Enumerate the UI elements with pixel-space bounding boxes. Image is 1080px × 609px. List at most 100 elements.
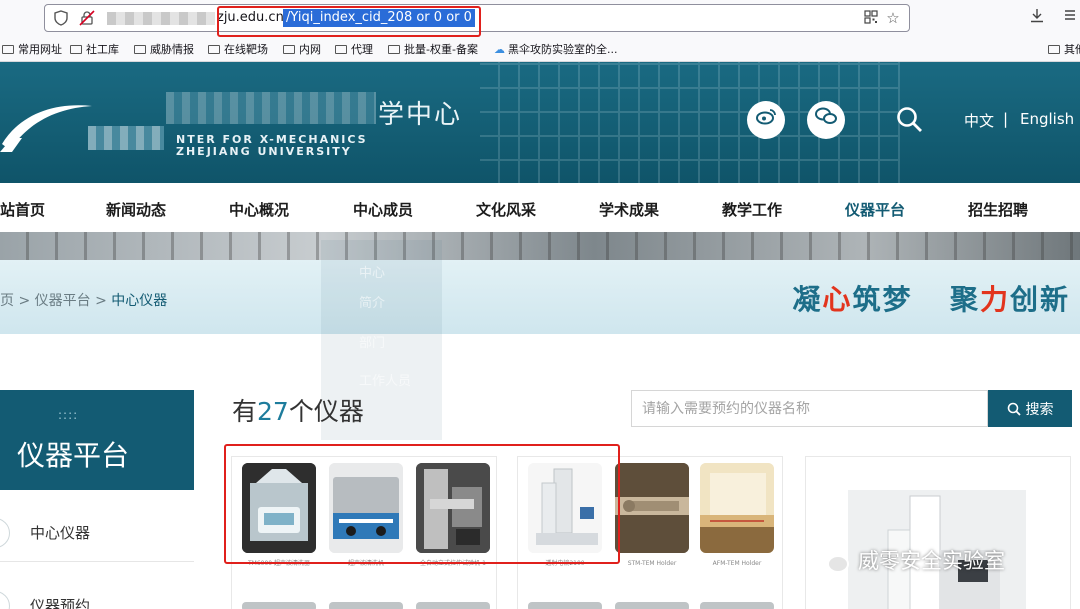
instrument-thumbnail[interactable] xyxy=(615,602,689,609)
wechat-icon[interactable] xyxy=(807,101,845,139)
sidebar-dots: :::: xyxy=(58,408,79,422)
highlight-url-box xyxy=(217,6,481,37)
slogan: 凝心筑梦 聚力创新 xyxy=(792,278,1070,318)
breadcrumb-instruments[interactable]: 仪器平台 xyxy=(35,293,91,309)
main-nav: 站首页 新闻动态 中心概况 中心成员 文化风采 学术成果 教学工作 仪器平台 招… xyxy=(0,184,1080,232)
search-button[interactable]: 搜索 xyxy=(988,390,1072,427)
instrument-thumbnail[interactable] xyxy=(615,463,689,553)
breadcrumb-separator: > xyxy=(95,293,107,309)
shield-icon[interactable] xyxy=(53,10,69,26)
sidebar-item-label: 中心仪器 xyxy=(30,524,91,542)
instrument-caption[interactable]: STM-TEM Holder xyxy=(610,560,694,567)
sidebar-item-label: 仪器预约 xyxy=(30,597,91,609)
bookmark-label: 在线靶场 xyxy=(224,43,268,56)
not-secure-icon[interactable] xyxy=(79,10,95,26)
bookmarks-bar: 常用网址 社工库 威胁情报 在线靶场 内网 代理 批量-权重-备案 ☁ 黑伞攻防实… xyxy=(0,38,1080,58)
logo-redacted-block xyxy=(88,126,164,150)
instrument-thumbnail[interactable] xyxy=(700,463,774,553)
slogan-char: 聚 xyxy=(949,283,980,316)
slogan-char-accent: 心 xyxy=(822,283,853,316)
bookmark-label: 内网 xyxy=(299,43,321,56)
count-suffix: 个仪器 xyxy=(288,397,364,426)
folder-icon xyxy=(70,44,82,54)
wechat-icon xyxy=(813,546,849,573)
nav-item-instruments[interactable]: 仪器平台 xyxy=(845,199,905,220)
banner-photo-strip xyxy=(0,232,1080,260)
nav-item-research[interactable]: 学术成果 xyxy=(599,199,659,220)
instrument-caption[interactable]: AFM-TEM Holder xyxy=(695,560,779,567)
logo-mark xyxy=(0,105,92,152)
bookmark-label: 代理 xyxy=(351,43,373,56)
sidebar-bullet-icon xyxy=(0,518,10,548)
nav-item-recruitment[interactable]: 招生招聘 xyxy=(968,199,1028,220)
breadcrumb: 页 > 仪器平台 > 中心仪器 xyxy=(0,290,167,310)
breadcrumb-current: 中心仪器 xyxy=(111,293,168,309)
bookmark-item[interactable]: 其他书 xyxy=(1048,41,1080,57)
highlight-instruments-box xyxy=(224,444,620,564)
bookmark-label: 社工库 xyxy=(86,43,119,56)
nav-item-teaching[interactable]: 教学工作 xyxy=(722,199,782,220)
cloud-icon: ☁ xyxy=(494,42,505,56)
instrument-thumbnail[interactable] xyxy=(329,602,403,609)
lang-en-link[interactable]: English xyxy=(1020,110,1074,128)
bookmark-label: 常用网址 xyxy=(18,43,62,56)
bookmark-item[interactable]: 常用网址 xyxy=(2,41,62,57)
watermark: 威零安全实验室 xyxy=(812,545,1005,575)
sidebar-item-booking[interactable]: 仪器预约 xyxy=(0,575,194,609)
instrument-search-input[interactable] xyxy=(631,390,988,427)
sidebar-item-center-instruments[interactable]: 中心仪器 xyxy=(0,502,194,562)
weibo-icon[interactable] xyxy=(747,101,785,139)
logo-redacted-block xyxy=(166,92,376,124)
slogan-char: 创新 xyxy=(1009,283,1070,316)
bookmark-label: 批量-权重-备案 xyxy=(404,43,478,56)
folder-icon xyxy=(134,44,146,54)
sidebar-bullet-icon xyxy=(0,591,10,609)
bookmark-label: 黑伞攻防实验室的全... xyxy=(508,43,618,56)
instrument-thumbnail[interactable] xyxy=(528,602,602,609)
qr-code-icon[interactable] xyxy=(863,10,879,26)
instrument-count-title: 有27个仪器 xyxy=(232,392,364,428)
ghost-menu-item: 中心 xyxy=(359,266,386,281)
bookmark-item[interactable]: ☁ 黑伞攻防实验室的全... xyxy=(494,41,618,57)
nav-item-home[interactable]: 站首页 xyxy=(0,199,45,220)
sidebar-header: :::: 仪器平台 xyxy=(0,390,194,490)
folder-icon xyxy=(208,44,220,54)
instrument-thumbnail[interactable] xyxy=(242,602,316,609)
logo-en-line: ZHEJIANG UNIVERSITY xyxy=(176,145,352,158)
ghost-menu-item: 工作人员 xyxy=(359,374,412,389)
bookmark-item[interactable]: 代理 xyxy=(335,41,373,57)
nav-item-culture[interactable]: 文化风采 xyxy=(476,199,536,220)
instrument-thumbnail[interactable] xyxy=(416,602,490,609)
bookmark-item[interactable]: 内网 xyxy=(283,41,321,57)
bookmark-item[interactable]: 威胁情报 xyxy=(134,41,194,57)
url-host-redacted xyxy=(107,12,215,25)
instrument-count: 27 xyxy=(257,397,289,426)
slogan-char: 凝 xyxy=(792,283,823,316)
browser-chrome: zju.edu.cn /Yiqi_index_cid_208 or 0 or 0… xyxy=(0,0,1080,62)
bookmark-star-icon[interactable]: ☆ xyxy=(885,10,901,26)
slogan-char-accent: 力 xyxy=(979,283,1010,316)
search-button-label: 搜索 xyxy=(1025,401,1054,418)
nav-item-overview[interactable]: 中心概况 xyxy=(229,199,289,220)
breadcrumb-separator: > xyxy=(18,293,31,309)
bookmark-label: 其他书 xyxy=(1064,43,1080,56)
download-icon[interactable] xyxy=(1030,8,1044,27)
folder-icon xyxy=(2,44,14,54)
folder-icon xyxy=(1048,44,1060,54)
logo-cn-text: 学中心 xyxy=(378,100,463,130)
instrument-thumbnail[interactable] xyxy=(700,602,774,609)
bookmark-item[interactable]: 在线靶场 xyxy=(208,41,268,57)
lang-cn-link[interactable]: 中文 xyxy=(964,110,994,131)
nav-item-news[interactable]: 新闻动态 xyxy=(106,199,166,220)
folder-icon xyxy=(283,44,295,54)
extensions-icon[interactable] xyxy=(1064,8,1078,26)
count-prefix: 有 xyxy=(232,397,258,426)
bookmark-item[interactable]: 批量-权重-备案 xyxy=(388,41,478,57)
lang-separator: | xyxy=(1003,110,1009,128)
search-icon[interactable] xyxy=(896,106,924,134)
breadcrumb-home[interactable]: 页 xyxy=(0,293,14,309)
nav-item-members[interactable]: 中心成员 xyxy=(353,199,413,220)
bookmark-item[interactable]: 社工库 xyxy=(70,41,119,57)
folder-icon xyxy=(335,44,347,54)
logo-en-text: NTER FOR X-MECHANICS ZHEJIANG UNIVERSITY xyxy=(176,134,368,158)
